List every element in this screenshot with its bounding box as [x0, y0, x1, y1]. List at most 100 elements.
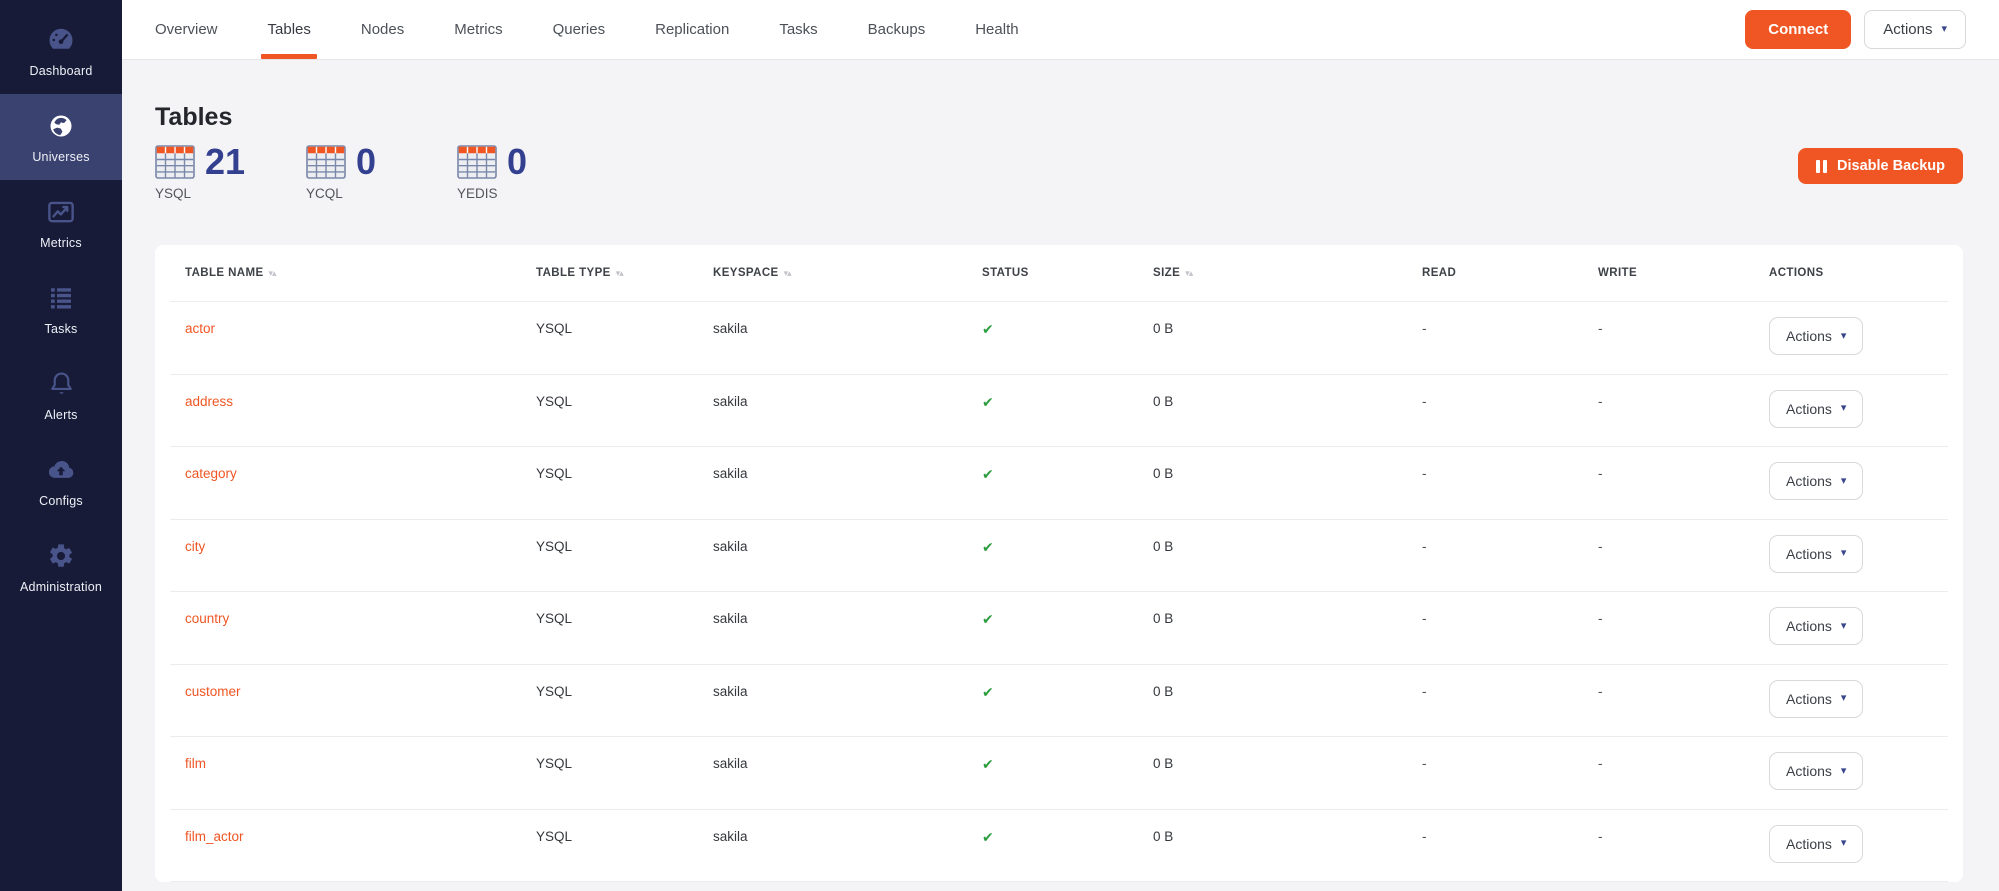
connect-button[interactable]: Connect [1745, 10, 1851, 49]
row-actions-button[interactable]: Actions ▾ [1769, 535, 1863, 573]
row-actions-button[interactable]: Actions ▾ [1769, 317, 1863, 355]
sort-arrows-icon[interactable]: ▾▴ [784, 268, 791, 278]
tab-backups[interactable]: Backups [868, 0, 926, 59]
universe-actions-label: Actions [1883, 21, 1932, 38]
tab-tables[interactable]: Tables [268, 0, 311, 59]
row-actions-label: Actions [1786, 328, 1832, 344]
row-actions-button[interactable]: Actions ▾ [1769, 390, 1863, 428]
column-header-label: ACTIONS [1769, 267, 1824, 279]
sort-arrows-icon[interactable]: ▾▴ [616, 268, 623, 278]
sidebar-item-tasks[interactable]: Tasks [0, 266, 122, 352]
chevron-down-icon: ▾ [1841, 838, 1847, 849]
table-name-cell: film_actor [185, 810, 536, 847]
column-header-actions[interactable]: ACTIONS [1769, 267, 1948, 279]
size-cell: 0 B [1153, 737, 1422, 774]
table-count-ysql: 21 YSQL [155, 144, 306, 201]
table-row-film: film YSQL sakila ✔ 0 B - - Actions ▾ [170, 737, 1948, 810]
tab-nodes[interactable]: Nodes [361, 0, 404, 59]
chevron-down-icon: ▾ [1841, 548, 1847, 559]
read-cell: - [1422, 520, 1598, 557]
sidebar-item-administration[interactable]: Administration [0, 524, 122, 610]
tab-overview[interactable]: Overview [155, 0, 218, 59]
actions-cell: Actions ▾ [1769, 737, 1948, 790]
pause-icon [1816, 160, 1827, 173]
table-name-link[interactable]: city [185, 539, 205, 554]
table-type-cell: YSQL [536, 447, 713, 484]
table-name-link[interactable]: film [185, 756, 206, 771]
tab-replication[interactable]: Replication [655, 0, 729, 59]
column-header-table-type[interactable]: TABLE TYPE ▾▴ [536, 267, 713, 279]
read-cell: - [1422, 592, 1598, 629]
table-name-link[interactable]: country [185, 611, 229, 626]
table-name-cell: city [185, 520, 536, 557]
status-cell: ✔ [982, 520, 1153, 558]
column-header-table-name[interactable]: TABLE NAME ▾▴ [185, 267, 536, 279]
table-row-film-actor: film_actor YSQL sakila ✔ 0 B - - Actions… [170, 810, 1948, 883]
top-navigation-bar: Overview Tables Nodes Metrics Queries Re… [122, 0, 1999, 60]
column-header-status[interactable]: STATUS [982, 267, 1153, 279]
column-header-keyspace[interactable]: KEYSPACE ▾▴ [713, 267, 982, 279]
actions-cell: Actions ▾ [1769, 375, 1948, 428]
actions-cell: Actions ▾ [1769, 810, 1948, 863]
tab-queries[interactable]: Queries [553, 0, 606, 59]
sidebar-item-metrics[interactable]: Metrics [0, 180, 122, 266]
row-actions-button[interactable]: Actions ▾ [1769, 825, 1863, 863]
actions-cell: Actions ▾ [1769, 447, 1948, 500]
write-cell: - [1598, 375, 1769, 412]
sort-arrows-icon[interactable]: ▾▴ [269, 268, 276, 278]
universe-actions-button[interactable]: Actions ▾ [1864, 10, 1966, 49]
table-name-cell: actor [185, 302, 536, 339]
stat-count: 0 [356, 144, 376, 180]
sidebar-nav: Dashboard Universes Metrics Tasks Alerts… [0, 0, 122, 610]
status-cell: ✔ [982, 810, 1153, 848]
chevron-down-icon: ▾ [1841, 331, 1847, 342]
status-cell: ✔ [982, 447, 1153, 485]
table-name-link[interactable]: address [185, 394, 233, 409]
status-cell: ✔ [982, 375, 1153, 413]
table-type-cell: YSQL [536, 520, 713, 557]
row-actions-button[interactable]: Actions ▾ [1769, 607, 1863, 645]
sidebar: Dashboard Universes Metrics Tasks Alerts… [0, 0, 122, 891]
sidebar-item-universes[interactable]: Universes [0, 94, 122, 180]
tab-tasks[interactable]: Tasks [779, 0, 817, 59]
status-cell: ✔ [982, 665, 1153, 703]
column-header-size[interactable]: SIZE ▾▴ [1153, 267, 1422, 279]
table-name-link[interactable]: customer [185, 684, 241, 699]
status-ok-icon: ✔ [982, 756, 994, 772]
table-name-link[interactable]: film_actor [185, 829, 244, 844]
table-name-link[interactable]: actor [185, 321, 215, 336]
table-name-link[interactable]: category [185, 466, 237, 481]
chevron-down-icon: ▾ [1841, 621, 1847, 632]
tab-label: Queries [553, 21, 606, 38]
size-cell: 0 B [1153, 375, 1422, 412]
gear-icon [47, 541, 75, 571]
row-actions-button[interactable]: Actions ▾ [1769, 462, 1863, 500]
sort-arrows-icon[interactable]: ▾▴ [1185, 268, 1192, 278]
status-cell: ✔ [982, 302, 1153, 340]
sidebar-item-alerts[interactable]: Alerts [0, 352, 122, 438]
table-name-cell: address [185, 375, 536, 412]
column-header-label: KEYSPACE [713, 267, 779, 279]
sidebar-item-label: Administration [20, 580, 102, 594]
column-header-label: TABLE NAME [185, 267, 264, 279]
write-cell: - [1598, 592, 1769, 629]
topbar-actions: Connect Actions ▾ [1745, 0, 1966, 59]
keyspace-cell: sakila [713, 737, 982, 774]
sidebar-item-dashboard[interactable]: Dashboard [0, 8, 122, 94]
tab-metrics[interactable]: Metrics [454, 0, 502, 59]
table-stats-row: 21 YSQL 0 YCQL 0 YEDIS Disable Backup [155, 144, 1963, 201]
disable-backup-button[interactable]: Disable Backup [1798, 148, 1963, 184]
globe-icon [47, 111, 75, 141]
tables-content: Tables 21 YSQL 0 YCQL 0 YEDIS Disable Ba… [122, 60, 1999, 891]
row-actions-button[interactable]: Actions ▾ [1769, 752, 1863, 790]
table-grid-icon [457, 145, 497, 179]
row-actions-button[interactable]: Actions ▾ [1769, 680, 1863, 718]
sidebar-item-configs[interactable]: Configs [0, 438, 122, 524]
column-header-write[interactable]: WRITE [1598, 267, 1769, 279]
table-count-yedis: 0 YEDIS [457, 144, 608, 201]
tab-health[interactable]: Health [975, 0, 1018, 59]
column-header-read[interactable]: READ [1422, 267, 1598, 279]
keyspace-cell: sakila [713, 592, 982, 629]
tab-label: Metrics [454, 21, 502, 38]
table-name-cell: country [185, 592, 536, 629]
